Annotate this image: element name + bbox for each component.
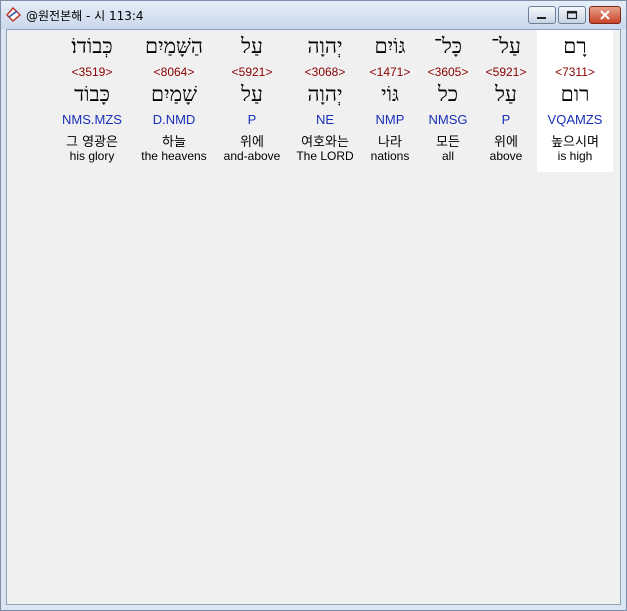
english-gloss: and-above <box>223 149 281 163</box>
word-column[interactable]: כְּבוֹדוֹ׃ <3519> כָּבוֹד NMS.MZS 그 영광은 … <box>54 30 130 172</box>
korean-gloss: 그 영광은 <box>66 135 118 150</box>
morphology-code: NE <box>315 112 335 127</box>
strong-number[interactable]: <8064> <box>136 65 212 79</box>
morphology-code: P <box>247 112 257 127</box>
strong-number[interactable]: <7311> <box>537 65 613 79</box>
korean-gloss: 여호와는 <box>301 135 349 150</box>
morphology-code: D.NMD <box>152 112 196 127</box>
close-button[interactable] <box>589 6 621 24</box>
hebrew-lemma: עַל <box>241 82 263 106</box>
word-column[interactable]: גּוֹיִם <1471> גּוֹי NMP 나라 nations <box>352 30 428 172</box>
morphology-code: NMP <box>375 112 405 127</box>
word-column[interactable]: רָם <7311> רום VQAMZS 높으시며 is high <box>537 30 613 172</box>
hebrew-word: יְהוָה <box>307 34 343 58</box>
app-window: @원전본해 - 시 113:4 רָם <7311> רום VQAMZS 높으… <box>0 0 627 611</box>
hebrew-lemma: שָׁמַיִם <box>151 82 197 106</box>
hebrew-word: רָם <box>563 34 587 58</box>
word-column[interactable]: יְהוָה <3068> יְהוָה NE 여호와는 The LORD <box>287 30 363 172</box>
close-icon <box>600 10 610 20</box>
hebrew-lemma: גּוֹי <box>381 82 399 106</box>
english-gloss: nations <box>370 149 410 163</box>
hebrew-lemma: כָּבוֹד <box>74 82 110 106</box>
hebrew-lemma: רום <box>560 82 590 106</box>
english-gloss: his glory <box>69 149 115 163</box>
hebrew-word: גּוֹיִם <box>374 34 406 58</box>
hebrew-word: כְּבוֹדוֹ׃ <box>71 34 113 58</box>
maximize-button[interactable] <box>558 6 586 24</box>
maximize-icon <box>566 10 578 20</box>
interlinear-panel: רָם <7311> רום VQAMZS 높으시며 is high עַל־ … <box>6 29 621 605</box>
word-column[interactable]: הַשָּׁמַיִם <8064> שָׁמַיִם D.NMD 하늘 the… <box>136 30 212 172</box>
strong-number[interactable]: <3519> <box>54 65 130 79</box>
english-gloss: is high <box>557 149 593 163</box>
strong-number[interactable]: <5921> <box>214 65 290 79</box>
minimize-icon <box>537 17 546 19</box>
morphology-code: NMS.MZS <box>62 112 122 127</box>
hebrew-word: עַל <box>241 34 263 58</box>
korean-gloss: 하늘 <box>162 135 186 150</box>
korean-gloss: 높으시며 <box>551 135 599 150</box>
strong-number[interactable]: <3068> <box>287 65 363 79</box>
minimize-button[interactable] <box>528 6 556 24</box>
hebrew-word: הַשָּׁמַיִם <box>144 34 203 58</box>
hebrew-lemma: יְהוָה <box>307 82 343 106</box>
english-gloss: the heavens <box>141 149 207 163</box>
strong-number[interactable]: <1471> <box>352 65 428 79</box>
morphology-code: VQAMZS <box>547 112 603 127</box>
title-bar[interactable]: @원전본해 - 시 113:4 <box>1 1 626 29</box>
english-gloss: The LORD <box>296 149 354 163</box>
korean-gloss: 나라 <box>378 135 402 150</box>
word-column[interactable]: עַל <5921> עַל P 위에 and-above <box>214 30 290 172</box>
korean-gloss: 위에 <box>240 135 264 150</box>
window-title: @원전본해 - 시 113:4 <box>26 9 144 23</box>
app-icon <box>5 6 22 23</box>
